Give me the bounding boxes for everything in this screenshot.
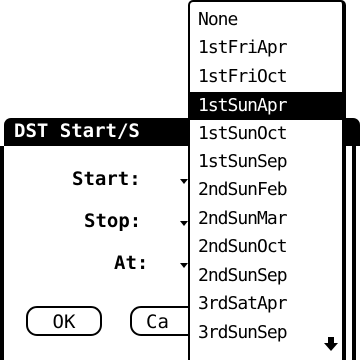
list-item[interactable]: 2ndSunMar <box>190 205 342 233</box>
list-item[interactable]: 1stFriApr <box>190 34 342 62</box>
stop-trigger-arrow-icon[interactable] <box>180 221 188 226</box>
dialog-title: DST Start/S <box>14 120 140 142</box>
start-label: Start: <box>72 168 141 190</box>
stop-label: Stop: <box>84 210 142 232</box>
list-item[interactable]: 2ndSunFeb <box>190 176 342 204</box>
list-item[interactable]: None <box>190 6 342 34</box>
at-label: At: <box>114 252 149 274</box>
list-item[interactable]: 2ndSunSep <box>190 262 342 290</box>
list-item[interactable]: 3rdSunSep <box>190 319 342 347</box>
list-item-selected[interactable]: 1stSunApr <box>190 92 342 120</box>
start-trigger-arrow-icon[interactable] <box>180 179 188 184</box>
list-item[interactable]: 3rdSatApr <box>190 290 342 318</box>
list-item[interactable]: 1stSunOct <box>190 120 342 148</box>
at-trigger-arrow-icon[interactable] <box>180 263 188 268</box>
screen: DST Start/S Start: Stop: At: OK Ca None … <box>0 0 360 360</box>
scroll-down-arrow-icon[interactable] <box>324 337 338 351</box>
list-item[interactable]: 1stFriOct <box>190 63 342 91</box>
list-item[interactable]: 2ndSunOct <box>190 233 342 261</box>
list-item[interactable]: 1stSunSep <box>190 148 342 176</box>
dst-option-popup-list[interactable]: None 1stFriApr 1stFriOct 1stSunApr 1stSu… <box>188 0 346 360</box>
ok-button[interactable]: OK <box>26 306 102 336</box>
